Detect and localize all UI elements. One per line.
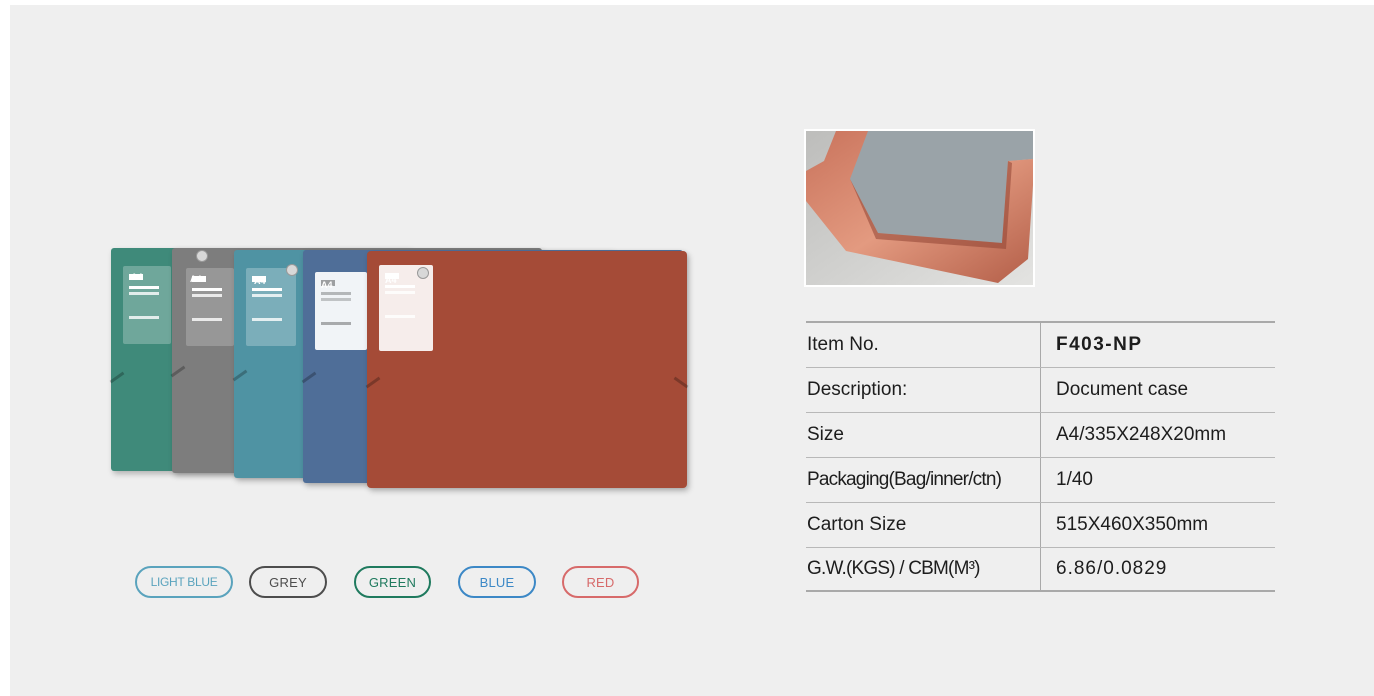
spec-value: Document case <box>1056 379 1189 400</box>
spec-label: Carton Size <box>807 514 907 535</box>
folder-red: A4 <box>365 251 689 488</box>
folder-size-label: A4 <box>385 275 397 285</box>
spec-row-item-no: Item No. F403-NP <box>806 323 1275 368</box>
spec-row-description: Description: Document case <box>806 368 1275 413</box>
spec-value: F403-NP <box>1056 334 1143 355</box>
color-option-green[interactable]: GREEN <box>354 566 431 598</box>
folder-size-label: A4 <box>131 272 143 282</box>
folder-size-label: A4 <box>321 280 333 290</box>
spec-row-size: Size A4/335X248X20mm <box>806 413 1275 458</box>
color-option-blue[interactable]: BLUE <box>458 566 536 598</box>
spec-value: 1/40 <box>1056 469 1093 490</box>
folder-clip <box>286 264 298 276</box>
folder-size-label: A4 <box>190 274 202 284</box>
folder-strap <box>232 369 248 382</box>
spec-value: 6.86/0.0829 <box>1056 558 1168 579</box>
folder-strap <box>301 371 317 384</box>
folder-strap <box>109 371 125 384</box>
spec-value: 515X460X350mm <box>1056 514 1209 535</box>
folder-clip <box>196 250 208 262</box>
folder-clip <box>417 267 429 279</box>
folder-strap <box>365 376 381 389</box>
spec-label: Packaging(Bag/inner/ctn) <box>807 469 1002 490</box>
spec-row-packaging: Packaging(Bag/inner/ctn) 1/40 <box>806 458 1275 503</box>
folder-strap <box>170 365 186 378</box>
spec-row-weight-volume: G.W.(KGS) / CBM(M³) 6.86/0.0829 <box>806 547 1275 592</box>
color-option-grey[interactable]: GREY <box>249 566 327 598</box>
spec-row-carton-size: Carton Size 515X460X350mm <box>806 503 1275 548</box>
detail-photo-graphic <box>806 131 1033 285</box>
spec-table-bottom-rule <box>806 590 1275 592</box>
spec-value: A4/335X248X20mm <box>1056 424 1227 445</box>
color-option-red[interactable]: RED <box>562 566 639 598</box>
spec-label: Description: <box>807 379 908 400</box>
detail-photo <box>804 129 1035 287</box>
spec-label: G.W.(KGS) / CBM(M³) <box>807 558 980 579</box>
folder-strap <box>673 376 689 389</box>
spec-label: Size <box>807 424 844 445</box>
spec-label: Item No. <box>807 334 879 355</box>
folder-size-label: A4 <box>254 276 266 286</box>
color-option-light-blue[interactable]: LIGHT BLUE <box>135 566 233 598</box>
